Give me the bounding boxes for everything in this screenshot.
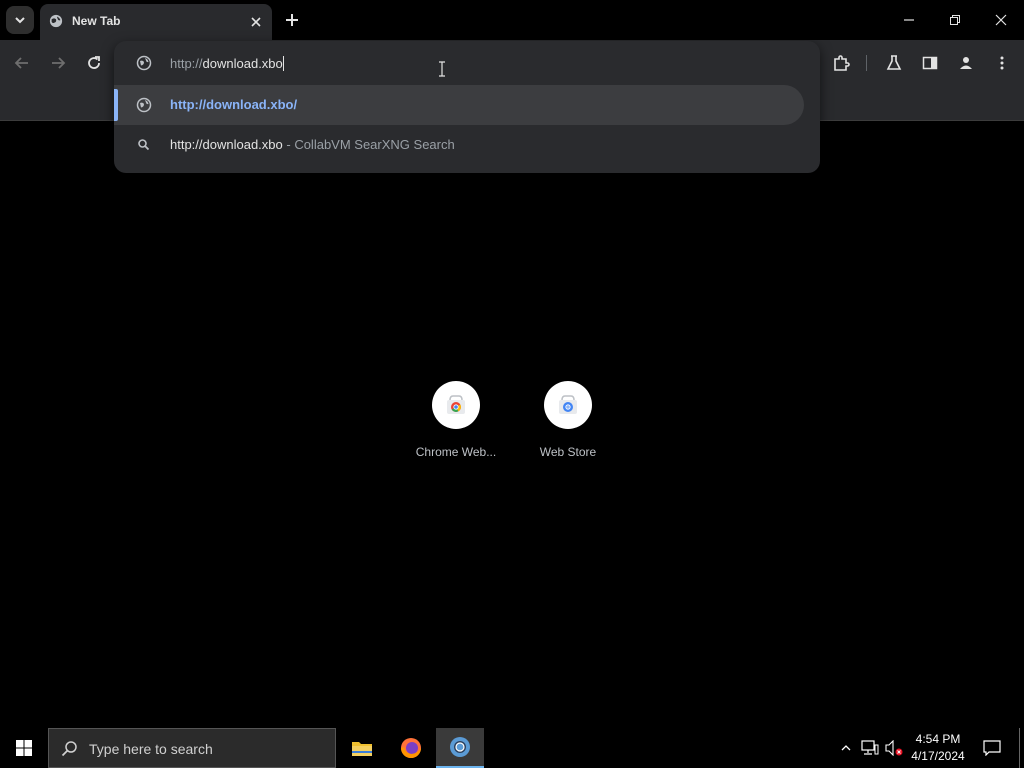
arrow-left-icon: [14, 57, 28, 69]
minimize-button[interactable]: [886, 0, 932, 40]
puzzle-icon: [834, 55, 850, 71]
arrow-right-icon: [52, 57, 66, 69]
taskbar-firefox[interactable]: [387, 728, 435, 768]
globe-icon: [136, 97, 152, 113]
shortcut-web-store[interactable]: Web Store: [520, 381, 616, 471]
suggestion-url-text: http://download.xbo/: [170, 97, 298, 112]
tray-network[interactable]: [860, 738, 880, 758]
tab-strip: New Tab: [0, 0, 1024, 40]
new-tab-button[interactable]: [280, 8, 304, 32]
plus-icon: [286, 14, 298, 26]
back-button[interactable]: [7, 48, 37, 78]
side-panel-button[interactable]: [915, 48, 945, 78]
search-icon: [61, 741, 77, 757]
taskbar: Type here to search 4:54 PM 4/17/2024: [0, 728, 1024, 768]
address-input[interactable]: http://download.xbo: [170, 56, 284, 71]
suggestion-source: - CollabVM SearXNG Search: [286, 137, 455, 152]
labs-button[interactable]: [879, 48, 909, 78]
taskbar-chrome[interactable]: [436, 728, 484, 768]
profile-button[interactable]: [951, 48, 981, 78]
chrome-icon: [450, 737, 470, 757]
suggestion-query: http://download.xbo: [170, 137, 283, 152]
forward-button[interactable]: [43, 48, 73, 78]
clock-time: 4:54 PM: [915, 732, 961, 746]
selection-indicator: [114, 89, 118, 121]
firefox-icon: [401, 738, 421, 758]
search-icon: [138, 139, 150, 151]
person-icon: [960, 57, 972, 69]
chevron-up-icon: [841, 745, 851, 751]
chrome-web-store-icon: [447, 395, 465, 414]
chevron-down-icon: [15, 17, 25, 24]
side-panel-icon: [922, 56, 938, 70]
globe-icon: [136, 55, 152, 71]
start-button[interactable]: [0, 728, 48, 768]
minimize-icon: [904, 19, 914, 21]
extensions-button[interactable]: [826, 48, 856, 78]
text-caret: [282, 56, 284, 71]
omnibox-dropdown: http://download.xbo http://download.xbo/…: [114, 41, 820, 173]
suggestion-search[interactable]: http://download.xbo - CollabVM SearXNG S…: [114, 125, 804, 165]
toolbar-divider: [866, 55, 867, 71]
web-store-icon: [559, 395, 577, 414]
close-icon: [995, 14, 1007, 26]
text-cursor-icon: [439, 61, 445, 77]
action-center-button[interactable]: [982, 738, 1002, 758]
shortcut-tile: [544, 381, 592, 429]
tab-search-button[interactable]: [6, 6, 34, 34]
clock-date: 4/17/2024: [911, 749, 965, 763]
close-window-button[interactable]: [978, 0, 1024, 40]
tab-title: New Tab: [72, 14, 121, 28]
notification-icon: [983, 740, 1001, 756]
suggestion-url[interactable]: http://download.xbo/: [114, 85, 804, 125]
reload-icon: [88, 56, 100, 69]
folder-icon: [352, 742, 372, 756]
restore-button[interactable]: [932, 0, 978, 40]
url-scheme-text: http://: [170, 56, 203, 71]
tab-close-button[interactable]: [246, 12, 266, 32]
windows-logo-icon: [16, 740, 32, 756]
close-icon: [251, 17, 261, 27]
url-typed-text: download.xbo: [202, 56, 283, 71]
suggestion-search-text: http://download.xbo - CollabVM SearXNG S…: [170, 137, 455, 152]
taskbar-clock[interactable]: 4:54 PM 4/17/2024: [900, 731, 976, 765]
tray-overflow-button[interactable]: [836, 738, 856, 758]
taskbar-file-explorer[interactable]: [338, 728, 386, 768]
show-desktop-button[interactable]: [1019, 728, 1020, 768]
reload-button[interactable]: [79, 48, 109, 78]
taskbar-search-placeholder: Type here to search: [89, 741, 213, 757]
network-icon: [861, 740, 879, 755]
menu-button[interactable]: [987, 48, 1017, 78]
shortcut-chrome-web-store[interactable]: Chrome Web...: [408, 381, 504, 471]
flask-icon: [886, 55, 902, 70]
tab-new-tab[interactable]: New Tab: [40, 4, 272, 40]
restore-icon: [950, 15, 960, 25]
shortcut-label: Web Store: [539, 445, 597, 459]
shortcut-label: Chrome Web...: [415, 445, 497, 459]
more-vert-icon: [1000, 56, 1004, 70]
globe-icon: [49, 14, 63, 28]
taskbar-search-box[interactable]: Type here to search: [48, 728, 336, 768]
shortcut-tile: [432, 381, 480, 429]
